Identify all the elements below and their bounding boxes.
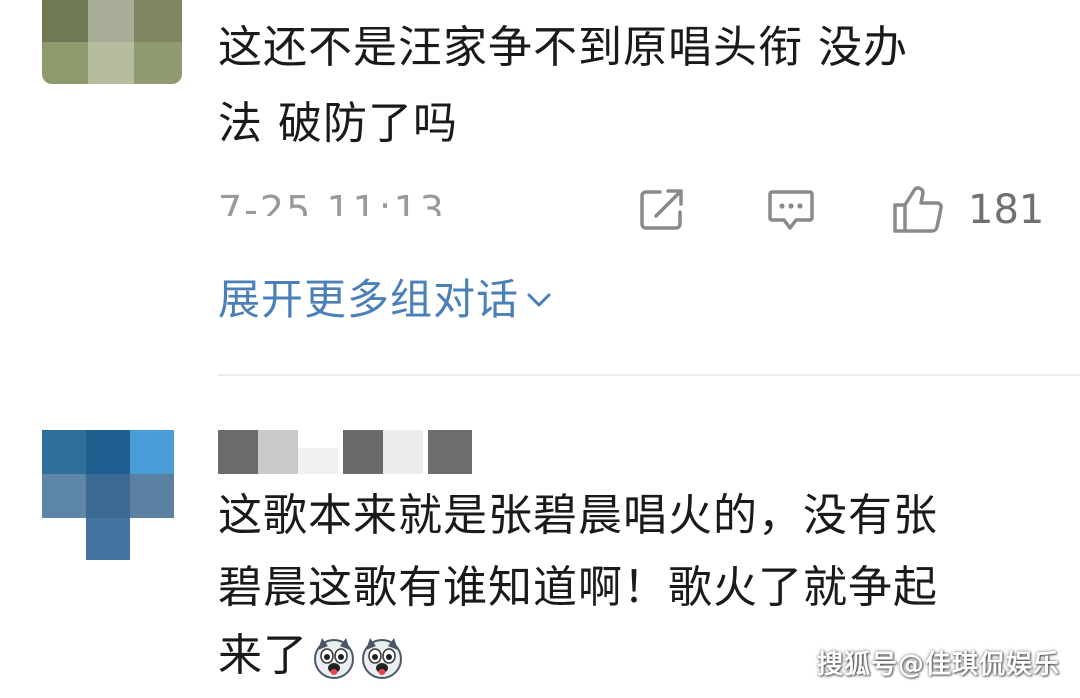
username-blurred[interactable] (218, 430, 478, 474)
like-icon[interactable] (890, 182, 946, 236)
comment-timestamp: 7-25 11:13 (218, 188, 446, 216)
husky-emoji-icon (360, 634, 404, 679)
divider (218, 374, 1080, 376)
husky-emoji-icon (312, 634, 356, 679)
comment-text-fragment: 来了 (218, 630, 308, 681)
like-count: 181 (968, 187, 1045, 233)
chevron-down-icon (525, 289, 553, 311)
comment-text-line: 碧晨这歌有谁知道啊！歌火了就争起 (218, 562, 938, 613)
comment-text-line: 这歌本来就是张碧晨唱火的，没有张 (218, 490, 938, 541)
expand-label: 展开更多组对话 (218, 275, 520, 324)
comment-text-line: 法 破防了吗 (218, 98, 458, 149)
timestamp-fade (440, 186, 500, 216)
avatar[interactable] (42, 430, 182, 560)
expand-more-link[interactable]: 展开更多组对话 (218, 270, 553, 330)
avatar[interactable] (42, 0, 182, 84)
comment-text-line: 来了 (218, 624, 404, 688)
comment-text-line: 这还不是汪家争不到原唱头衔 没办 (218, 22, 908, 73)
share-icon[interactable] (636, 184, 688, 234)
watermark: 搜狐号@佳琪侃娱乐 (816, 650, 1060, 680)
reply-icon[interactable] (764, 184, 818, 236)
